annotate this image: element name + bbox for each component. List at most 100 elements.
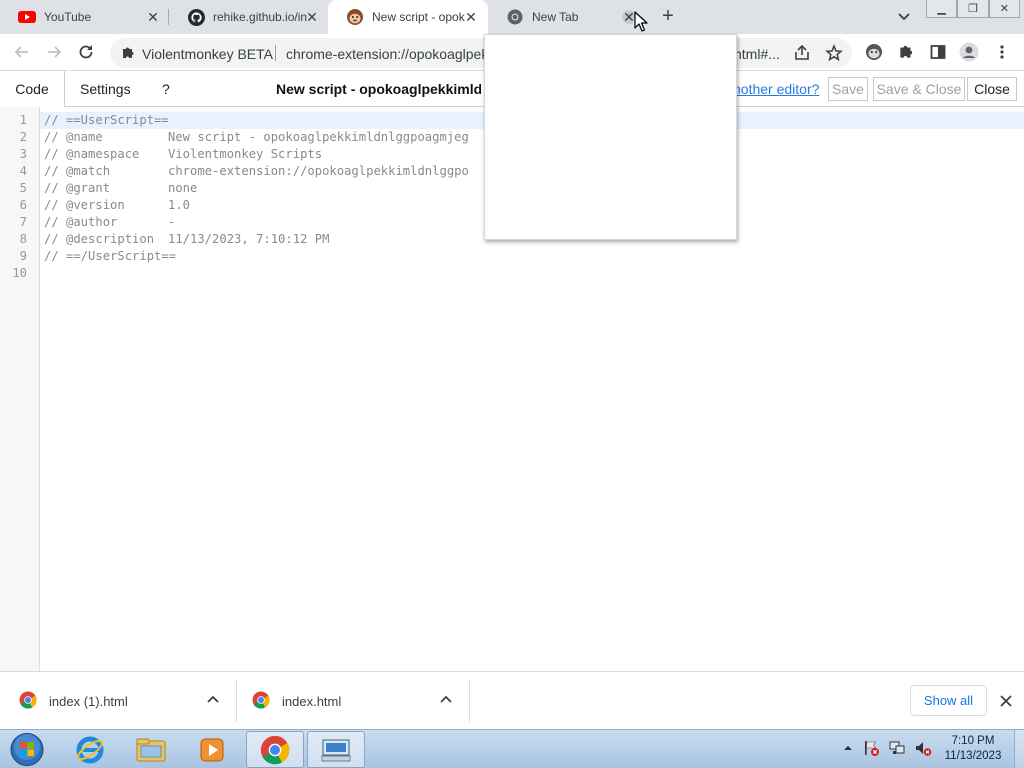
chrome-icon <box>506 8 524 26</box>
extension-name: Violentmonkey BETA <box>142 46 273 62</box>
download-item[interactable]: index (1).html <box>19 672 128 730</box>
line-number: 8 <box>19 232 27 246</box>
mouse-pointer-icon <box>634 11 648 33</box>
code-key: // ==UserScript== <box>44 113 169 127</box>
start-button-icon[interactable] <box>8 731 46 768</box>
save-button[interactable]: Save <box>828 77 868 101</box>
code-line[interactable] <box>40 265 1024 282</box>
code-key: // ==/UserScript== <box>44 249 177 263</box>
github-icon <box>187 8 205 26</box>
line-number-gutter: 1 2 3 4 5 6 7 8 9 10 <box>0 107 40 671</box>
clock-date: 11/13/2023 <box>944 750 1002 762</box>
system-clock[interactable]: 7:10 PM 11/13/2023 <box>938 734 1008 764</box>
code-value: 1.0 <box>168 198 191 212</box>
another-editor-link[interactable]: nother editor? <box>733 81 819 97</box>
chrome-icon[interactable] <box>246 731 304 768</box>
tab-title: YouTube <box>44 10 92 24</box>
new-tab-button[interactable]: + <box>658 6 678 27</box>
tab-code[interactable]: Code <box>0 71 65 107</box>
youtube-icon <box>18 8 36 26</box>
chevron-up-icon[interactable] <box>438 692 454 708</box>
code-value: 11/13/2023, 7:10:12 PM <box>168 232 330 246</box>
tab-new-script[interactable]: New script - opok ✕ <box>328 0 488 34</box>
minimize-button[interactable]: ▁ <box>926 0 958 18</box>
tab-rehike[interactable]: rehike.github.io/in ✕ <box>169 0 327 34</box>
violentmonkey-extension-icon[interactable] <box>864 42 884 62</box>
menu-kebab-icon[interactable] <box>992 42 1012 62</box>
address-url-tail: html#... <box>734 46 780 62</box>
volume-muted-icon[interactable] <box>914 739 932 760</box>
download-filename: index (1).html <box>49 693 128 709</box>
line-number: 6 <box>19 198 27 212</box>
code-line[interactable]: // ==/UserScript== <box>40 248 1024 265</box>
tab-settings[interactable]: Settings <box>80 71 131 107</box>
save-close-button[interactable]: Save & Close <box>873 77 965 101</box>
line-number: 1 <box>19 113 27 127</box>
address-divider <box>275 45 276 61</box>
side-panel-icon[interactable] <box>928 42 948 62</box>
back-arrow-icon[interactable] <box>12 42 32 62</box>
forward-arrow-icon[interactable] <box>44 42 64 62</box>
close-window-button[interactable]: ✕ <box>988 0 1020 18</box>
chrome-icon <box>19 691 37 712</box>
maximize-button[interactable]: ❐ <box>957 0 989 18</box>
code-value: New script - opokoaglpekkimldnlggpoagmje… <box>168 130 469 144</box>
extensions-puzzle-icon[interactable] <box>896 42 916 62</box>
code-key: // @grant <box>44 181 111 195</box>
line-number: 3 <box>19 147 27 161</box>
download-divider <box>469 680 470 722</box>
tab-hover-popup <box>484 34 737 240</box>
address-url: chrome-extension://opokoaglpekkimldnlggp… <box>286 46 486 62</box>
chevron-up-icon[interactable] <box>205 692 221 708</box>
tab-title: New script - opok <box>372 10 465 24</box>
keyboard-app-icon[interactable] <box>307 731 365 768</box>
tab-title: rehike.github.io/in <box>213 10 308 24</box>
script-title: New script - opokoaglpekkimldnlggpoagmje… <box>276 81 481 97</box>
tab-youtube[interactable]: YouTube ✕ <box>0 0 168 34</box>
close-downloads-icon[interactable] <box>998 693 1014 709</box>
code-value: - <box>168 215 176 229</box>
tab-help[interactable]: ? <box>162 71 170 107</box>
show-hidden-icons-icon[interactable] <box>842 742 854 757</box>
code-key: // @name <box>44 130 103 144</box>
share-icon[interactable] <box>792 43 812 63</box>
line-number: 2 <box>19 130 27 144</box>
code-key: // @namespace <box>44 147 140 161</box>
line-number: 9 <box>19 249 27 263</box>
file-explorer-icon[interactable] <box>122 731 180 768</box>
download-divider <box>236 680 237 722</box>
profile-avatar-icon[interactable] <box>959 42 979 62</box>
downloads-bar: index (1).html index.html Show all <box>0 671 1024 729</box>
bookmark-star-icon[interactable] <box>824 43 844 63</box>
action-center-flag-icon[interactable] <box>862 739 880 760</box>
media-player-icon[interactable] <box>183 731 241 768</box>
tab-title: New Tab <box>532 10 579 24</box>
download-item[interactable]: index.html <box>252 672 341 730</box>
download-filename: index.html <box>282 693 342 709</box>
show-desktop-button[interactable] <box>1014 730 1024 768</box>
extension-puzzle-icon <box>120 45 136 61</box>
code-value: none <box>168 181 198 195</box>
code-key: // @description <box>44 232 155 246</box>
show-all-button[interactable]: Show all <box>910 685 987 716</box>
line-number: 4 <box>19 164 27 178</box>
tab-strip: YouTube ✕ rehike.github.io/in ✕ New scri… <box>0 0 1024 34</box>
address-bar[interactable]: Violentmonkey BETA chrome-extension://op… <box>110 38 852 68</box>
close-tab-icon[interactable]: ✕ <box>146 10 160 24</box>
code-key: // @version <box>44 198 125 212</box>
network-icon[interactable] <box>888 739 906 760</box>
tab-new-tab[interactable]: New Tab ✕ <box>488 0 650 34</box>
code-key: // @match <box>44 164 111 178</box>
violentmonkey-icon <box>346 8 364 26</box>
close-tab-icon[interactable]: ✕ <box>464 10 478 24</box>
taskbar: 7:10 PM 11/13/2023 <box>0 729 1024 768</box>
window-controls: ▁ ❐ ✕ <box>926 0 1020 18</box>
close-button[interactable]: Close <box>967 77 1017 101</box>
internet-explorer-icon[interactable] <box>61 731 119 768</box>
reload-icon[interactable] <box>76 42 96 62</box>
screen: YouTube ✕ rehike.github.io/in ✕ New scri… <box>0 0 1024 768</box>
tab-search-chevron-icon[interactable] <box>895 8 913 26</box>
close-tab-icon[interactable]: ✕ <box>305 10 319 24</box>
chrome-icon <box>252 691 270 712</box>
line-number: 7 <box>19 215 27 229</box>
